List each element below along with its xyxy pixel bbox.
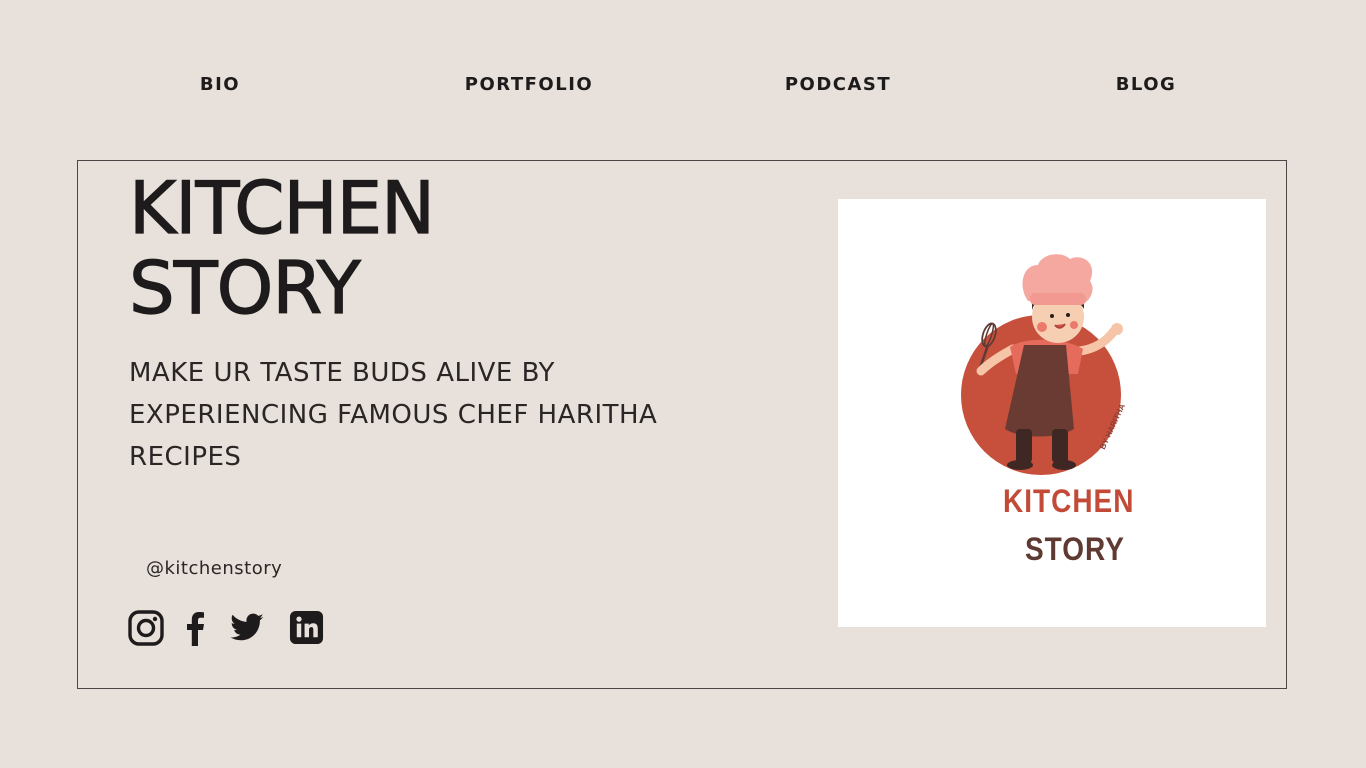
title-line-1: KITCHEN [128,166,435,250]
facebook-icon[interactable] [182,610,210,646]
social-handle: @kitchenstory [146,558,283,579]
nav-link-blog[interactable]: BLOG [1116,74,1177,95]
logo-text-kitchen: KITCHEN [1003,483,1135,519]
page-title: KITCHEN STORY [128,166,435,330]
nav-link-portfolio[interactable]: PORTFOLIO [465,74,593,95]
nav-link-bio[interactable]: BIO [200,74,240,95]
instagram-icon[interactable] [128,610,164,646]
title-line-2: STORY [128,246,361,330]
logo-text-story: STORY [1025,531,1125,567]
twitter-icon[interactable] [228,610,266,646]
top-navigation: BIO PORTFOLIO PODCAST BLOG [0,0,1366,160]
linkedin-icon[interactable] [289,610,324,645]
logo-image: KITCHEN STORY BY HARITHA [838,199,1266,627]
nav-link-podcast[interactable]: PODCAST [785,74,891,95]
tagline: MAKE UR TASTE BUDS ALIVE BY EXPERIENCING… [129,358,658,472]
